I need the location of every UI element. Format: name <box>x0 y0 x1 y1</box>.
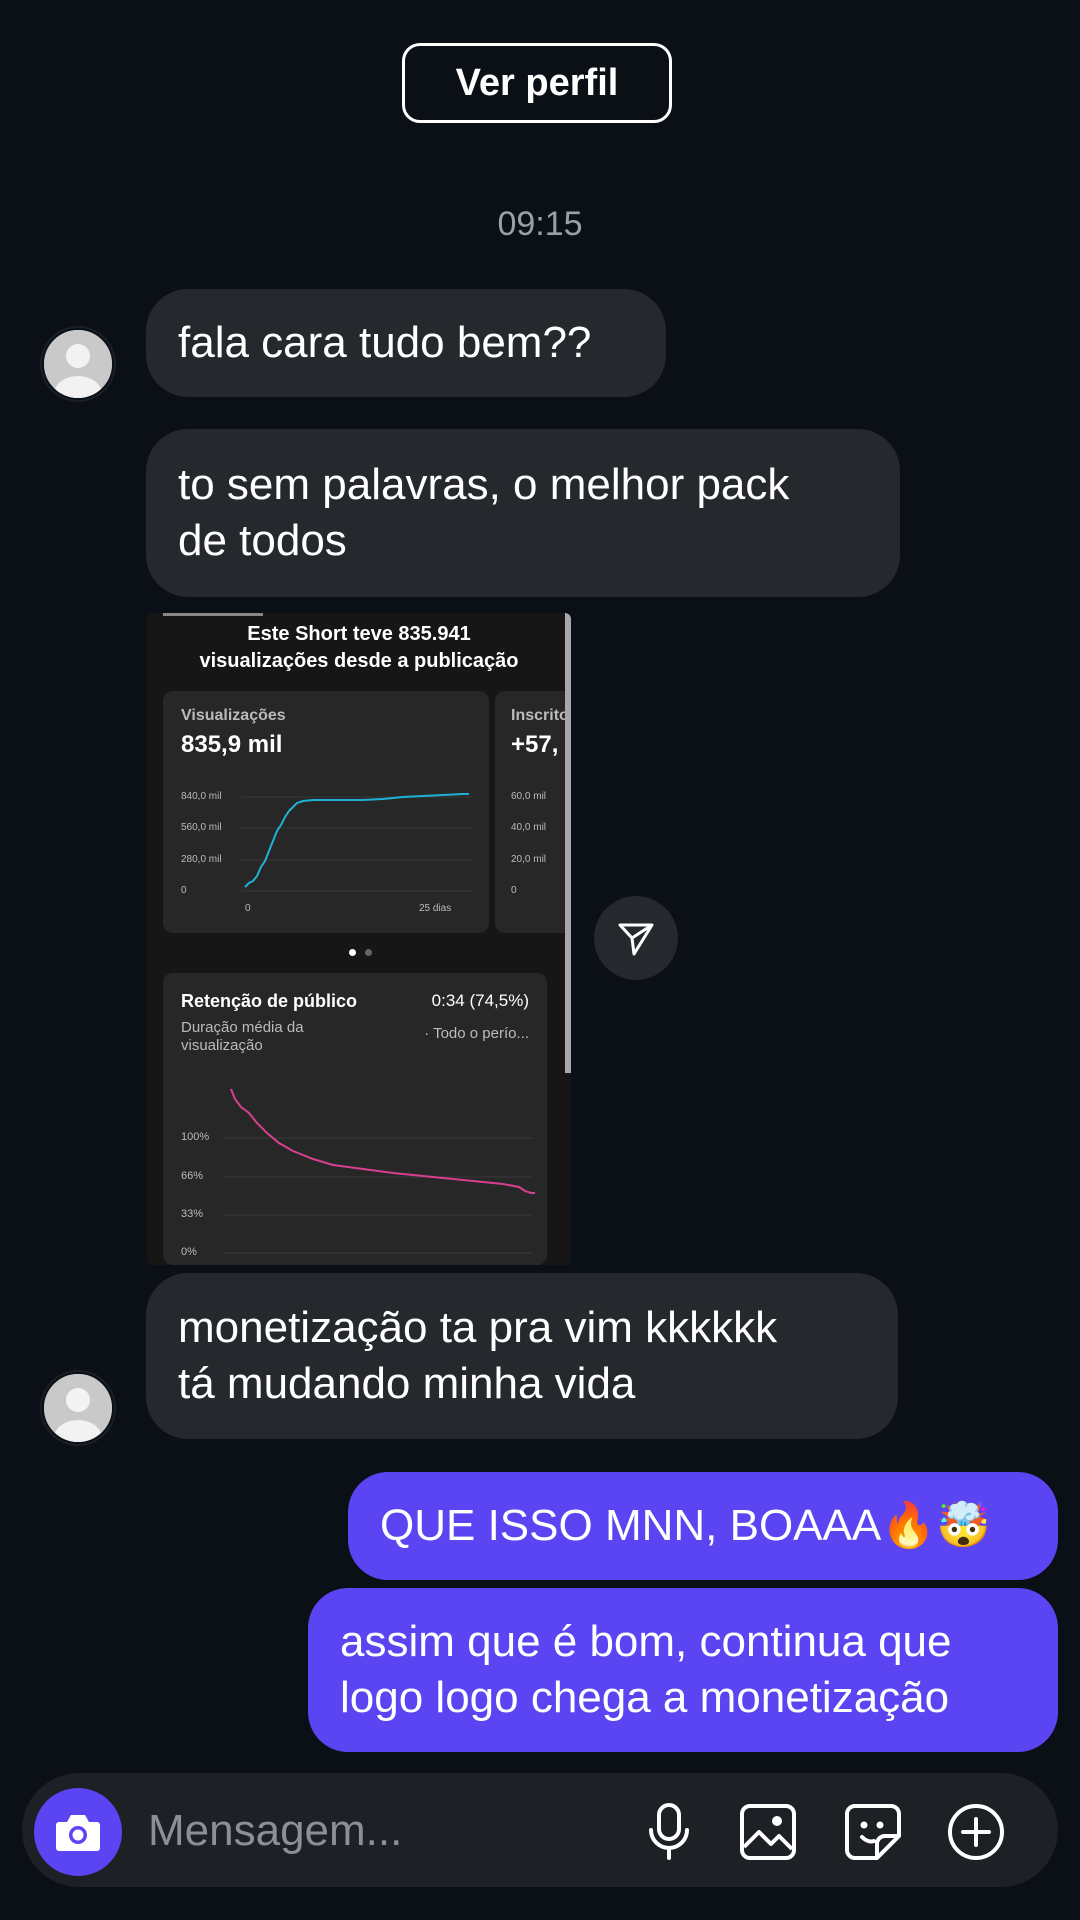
y-tick: 20,0 mil <box>511 854 547 865</box>
plus-circle-icon <box>948 1804 1004 1860</box>
microphone-button[interactable] <box>634 1797 704 1867</box>
incoming-message[interactable]: to sem palavras, o melhor pack de todos <box>146 429 900 597</box>
media-headline: Este Short teve 835.941 visualizações de… <box>199 623 519 672</box>
gallery-button[interactable] <box>733 1797 803 1867</box>
sticker-button[interactable] <box>838 1797 908 1867</box>
message-text: QUE ISSO MNN, BOAAA🔥🤯 <box>380 1501 991 1550</box>
avatar-icon <box>44 330 112 398</box>
message-text: fala cara tudo bem?? <box>178 318 592 367</box>
retention-line-chart <box>223 1088 535 1254</box>
message-input[interactable] <box>146 1800 610 1862</box>
sender-avatar[interactable] <box>42 1372 114 1444</box>
gallery-icon <box>740 1804 796 1860</box>
y-tick: 40,0 mil <box>511 822 547 833</box>
message-text: de todos <box>178 516 347 565</box>
camera-button[interactable] <box>34 1788 122 1876</box>
views-series-line <box>244 793 469 888</box>
message-timestamp: 09:15 <box>497 205 583 243</box>
shared-image[interactable]: Este Short teve 835.941 visualizações de… <box>147 613 571 1265</box>
message-text: logo logo chega a monetização <box>340 1673 950 1722</box>
pager-dot <box>365 949 372 956</box>
outgoing-message[interactable]: assim que é bom, continua que logo logo … <box>308 1588 1058 1752</box>
subscribers-value: +57, <box>511 731 559 758</box>
incoming-message[interactable]: monetização ta pra vim kkkkkk tá mudando… <box>146 1273 898 1439</box>
more-button[interactable] <box>941 1797 1011 1867</box>
subscribers-label: Inscrito <box>511 707 569 724</box>
scrollbar <box>565 613 571 1073</box>
avatar-icon <box>44 1374 112 1442</box>
incoming-message[interactable]: fala cara tudo bem?? <box>146 289 666 397</box>
message-text: to sem palavras, o melhor pack <box>178 460 790 509</box>
views-line-chart <box>241 793 473 892</box>
sender-avatar[interactable] <box>42 328 114 400</box>
subscribers-card: Inscrito +57, 60,0 mil 40,0 mil 20,0 mil… <box>495 691 571 933</box>
y-tick: 0 <box>511 885 517 896</box>
microphone-icon <box>649 1803 689 1860</box>
send-icon <box>618 923 654 956</box>
share-button[interactable] <box>594 896 678 980</box>
view-profile-button[interactable]: Ver perfil <box>402 43 672 123</box>
message-text: tá mudando minha vida <box>178 1359 636 1408</box>
y-tick: 60,0 mil <box>511 791 547 802</box>
camera-icon <box>56 1815 100 1851</box>
sticker-icon <box>845 1804 901 1860</box>
outgoing-message[interactable]: QUE ISSO MNN, BOAAA🔥🤯 <box>348 1472 1058 1580</box>
pager-dot-active <box>349 949 356 956</box>
views-card: Visualizações 835,9 mil 840,0 mil 560,0 … <box>163 691 489 933</box>
retention-card: Retenção de público 0:34 (74,5%) Duração… <box>163 973 547 1265</box>
message-text: assim que é bom, continua que <box>340 1617 952 1666</box>
message-text: monetização ta pra vim kkkkkk <box>178 1303 778 1352</box>
story-progress-bar <box>163 613 263 616</box>
